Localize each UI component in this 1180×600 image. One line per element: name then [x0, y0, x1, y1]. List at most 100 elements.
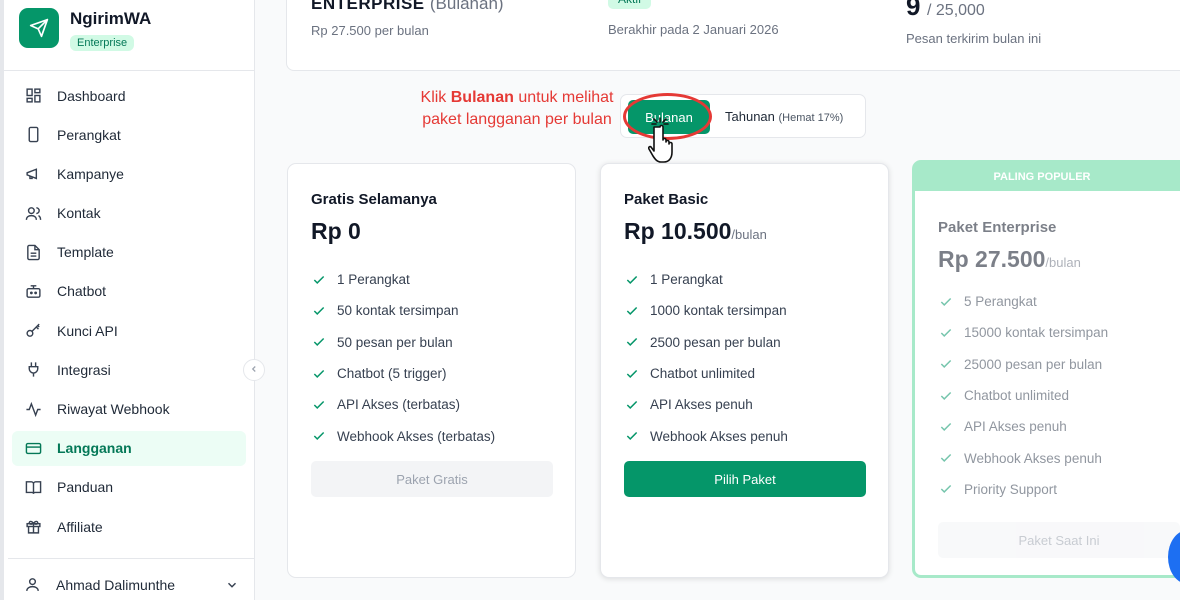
feature-text: Webhook Akses penuh — [964, 450, 1102, 466]
choose-plan-button[interactable]: Pilih Paket — [624, 461, 866, 497]
app-name: NgirimWA — [70, 9, 152, 28]
current-plan-price: Rp 27.500 per bulan — [311, 23, 429, 38]
user-menu[interactable]: Ahmad Dalimunthe — [24, 576, 239, 593]
feature-list: 1 Perangkat 1000 kontak tersimpan 2500 p… — [625, 264, 788, 452]
chevron-left-icon — [249, 361, 259, 379]
usage-label: Pesan terkirim bulan ini — [906, 31, 1042, 46]
gift-icon — [24, 518, 42, 536]
check-icon — [939, 420, 954, 434]
free-plan-button[interactable]: Paket Gratis — [311, 461, 553, 497]
feature-text: 1 Perangkat — [650, 272, 723, 288]
sidebar-item-label: Panduan — [57, 479, 114, 496]
yearly-label: Tahunan — [725, 109, 775, 124]
feature-item: Webhook Akses penuh — [939, 442, 1108, 473]
current-plan-title: ENTERPRISE (Bulanan) — [311, 0, 504, 14]
sidebar-item-chatbot[interactable]: Chatbot — [12, 274, 246, 309]
yearly-button[interactable]: Tahunan (Hemat 17%) — [725, 109, 843, 124]
feature-text: 25000 pesan per bulan — [964, 356, 1103, 372]
sidebar-item-panduan[interactable]: Panduan — [12, 470, 246, 505]
status-badge: Aktif — [608, 0, 652, 9]
hand-cursor-icon — [648, 117, 673, 163]
sidebar-item-integrasi[interactable]: Integrasi — [12, 352, 246, 387]
sidebar-item-riwayat-webhook[interactable]: Riwayat Webhook — [12, 392, 246, 427]
tutorial-annotation: Klik Bulanan untuk melihat paket langgan… — [416, 87, 618, 131]
sidebar-item-affiliate[interactable]: Affiliate — [12, 509, 246, 544]
feature-text: Priority Support — [964, 481, 1058, 497]
feature-text: 1 Perangkat — [337, 272, 410, 288]
check-icon — [939, 295, 954, 309]
sidebar-item-kunci-api[interactable]: Kunci API — [12, 313, 246, 348]
feature-text: 1000 kontak tersimpan — [650, 303, 787, 319]
chevron-down-icon[interactable] — [225, 578, 239, 592]
plug-icon — [24, 361, 42, 379]
bot-icon — [24, 282, 42, 300]
sidebar-item-kontak[interactable]: Kontak — [12, 196, 246, 231]
user-icon — [24, 576, 41, 593]
check-icon — [312, 429, 327, 443]
sidebar-item-template[interactable]: Template — [12, 235, 246, 270]
feature-list: 1 Perangkat 50 kontak tersimpan 50 pesan… — [312, 264, 495, 452]
plan-title: Paket Enterprise — [938, 219, 1057, 236]
current-subscription-card: ENTERPRISE (Bulanan) Rp 27.500 per bulan… — [286, 0, 1180, 71]
sidebar-item-kampanye[interactable]: Kampanye — [12, 156, 246, 191]
feature-item: Webhook Akses (terbatas) — [312, 420, 495, 451]
plan-card-basic: Paket Basic Rp 10.500/bulan 1 Perangkat … — [600, 163, 889, 578]
feature-item: 1 Perangkat — [625, 264, 788, 295]
feature-text: 2500 pesan per bulan — [650, 334, 781, 350]
check-icon — [939, 357, 954, 371]
price-amount: Rp 27.500 — [938, 246, 1046, 272]
feature-item: API Akses penuh — [939, 411, 1108, 442]
annotation-text: Klik — [420, 89, 451, 106]
yearly-discount: (Hemat 17%) — [778, 112, 844, 124]
feature-item: Chatbot unlimited — [939, 380, 1108, 411]
check-icon — [312, 367, 327, 381]
sidebar-item-label: Kontak — [57, 205, 101, 222]
usage-count: 9 — [906, 0, 921, 21]
plan-price: Rp 10.500/bulan — [624, 218, 767, 245]
plan-name: ENTERPRISE — [311, 0, 425, 13]
usage-limit: / 25,000 — [927, 2, 985, 19]
check-icon — [625, 367, 640, 381]
check-icon — [312, 273, 327, 287]
plan-title: Gratis Selamanya — [311, 191, 437, 208]
device-icon — [24, 126, 42, 144]
sidebar-item-label: Chatbot — [57, 283, 107, 300]
feature-text: 50 pesan per bulan — [337, 334, 453, 350]
brand: NgirimWA Enterprise — [4, 0, 254, 71]
price-period: /bulan — [731, 227, 767, 242]
sidebar-item-label: Integrasi — [57, 361, 111, 378]
collapse-sidebar-button[interactable] — [243, 359, 265, 381]
sidebar-item-dashboard[interactable]: Dashboard — [12, 78, 246, 113]
book-icon — [24, 478, 42, 496]
check-icon — [939, 326, 954, 340]
sidebar-item-langganan[interactable]: Langganan — [12, 430, 246, 466]
price-period: /bulan — [1045, 255, 1081, 270]
megaphone-icon — [24, 165, 42, 183]
sidebar-item-label: Langganan — [57, 440, 132, 457]
feature-text: Webhook Akses (terbatas) — [337, 428, 496, 444]
feature-item: 25000 pesan per bulan — [939, 349, 1108, 380]
check-icon — [939, 482, 954, 496]
dashboard-icon — [24, 87, 42, 105]
current-plan-button[interactable]: Paket Saat Ini — [938, 522, 1180, 558]
user-name: Ahmad Dalimunthe — [56, 576, 176, 593]
check-icon — [625, 335, 640, 349]
feature-item: 2500 pesan per bulan — [625, 327, 788, 358]
plan-card-free: Gratis Selamanya Rp 0 1 Perangkat 50 kon… — [287, 163, 576, 578]
sidebar: NgirimWA Enterprise Dashboard Perangkat … — [0, 0, 255, 600]
feature-text: 5 Perangkat — [964, 294, 1037, 310]
sidebar-item-perangkat[interactable]: Perangkat — [12, 117, 246, 152]
document-icon — [24, 243, 42, 261]
send-icon[interactable] — [19, 8, 59, 48]
plan-price: Rp 0 — [311, 218, 361, 244]
feature-text: API Akses penuh — [964, 419, 1067, 435]
expiry-date: Berakhir pada 2 Januari 2026 — [608, 22, 779, 37]
key-icon — [24, 322, 42, 340]
check-icon — [625, 398, 640, 412]
feature-item: Priority Support — [939, 474, 1108, 505]
feature-text: API Akses (terbatas) — [337, 397, 461, 413]
check-icon — [939, 389, 954, 403]
check-icon — [625, 304, 640, 318]
feature-list: 5 Perangkat 15000 kontak tersimpan 25000… — [939, 286, 1108, 505]
feature-item: Chatbot unlimited — [625, 358, 788, 389]
